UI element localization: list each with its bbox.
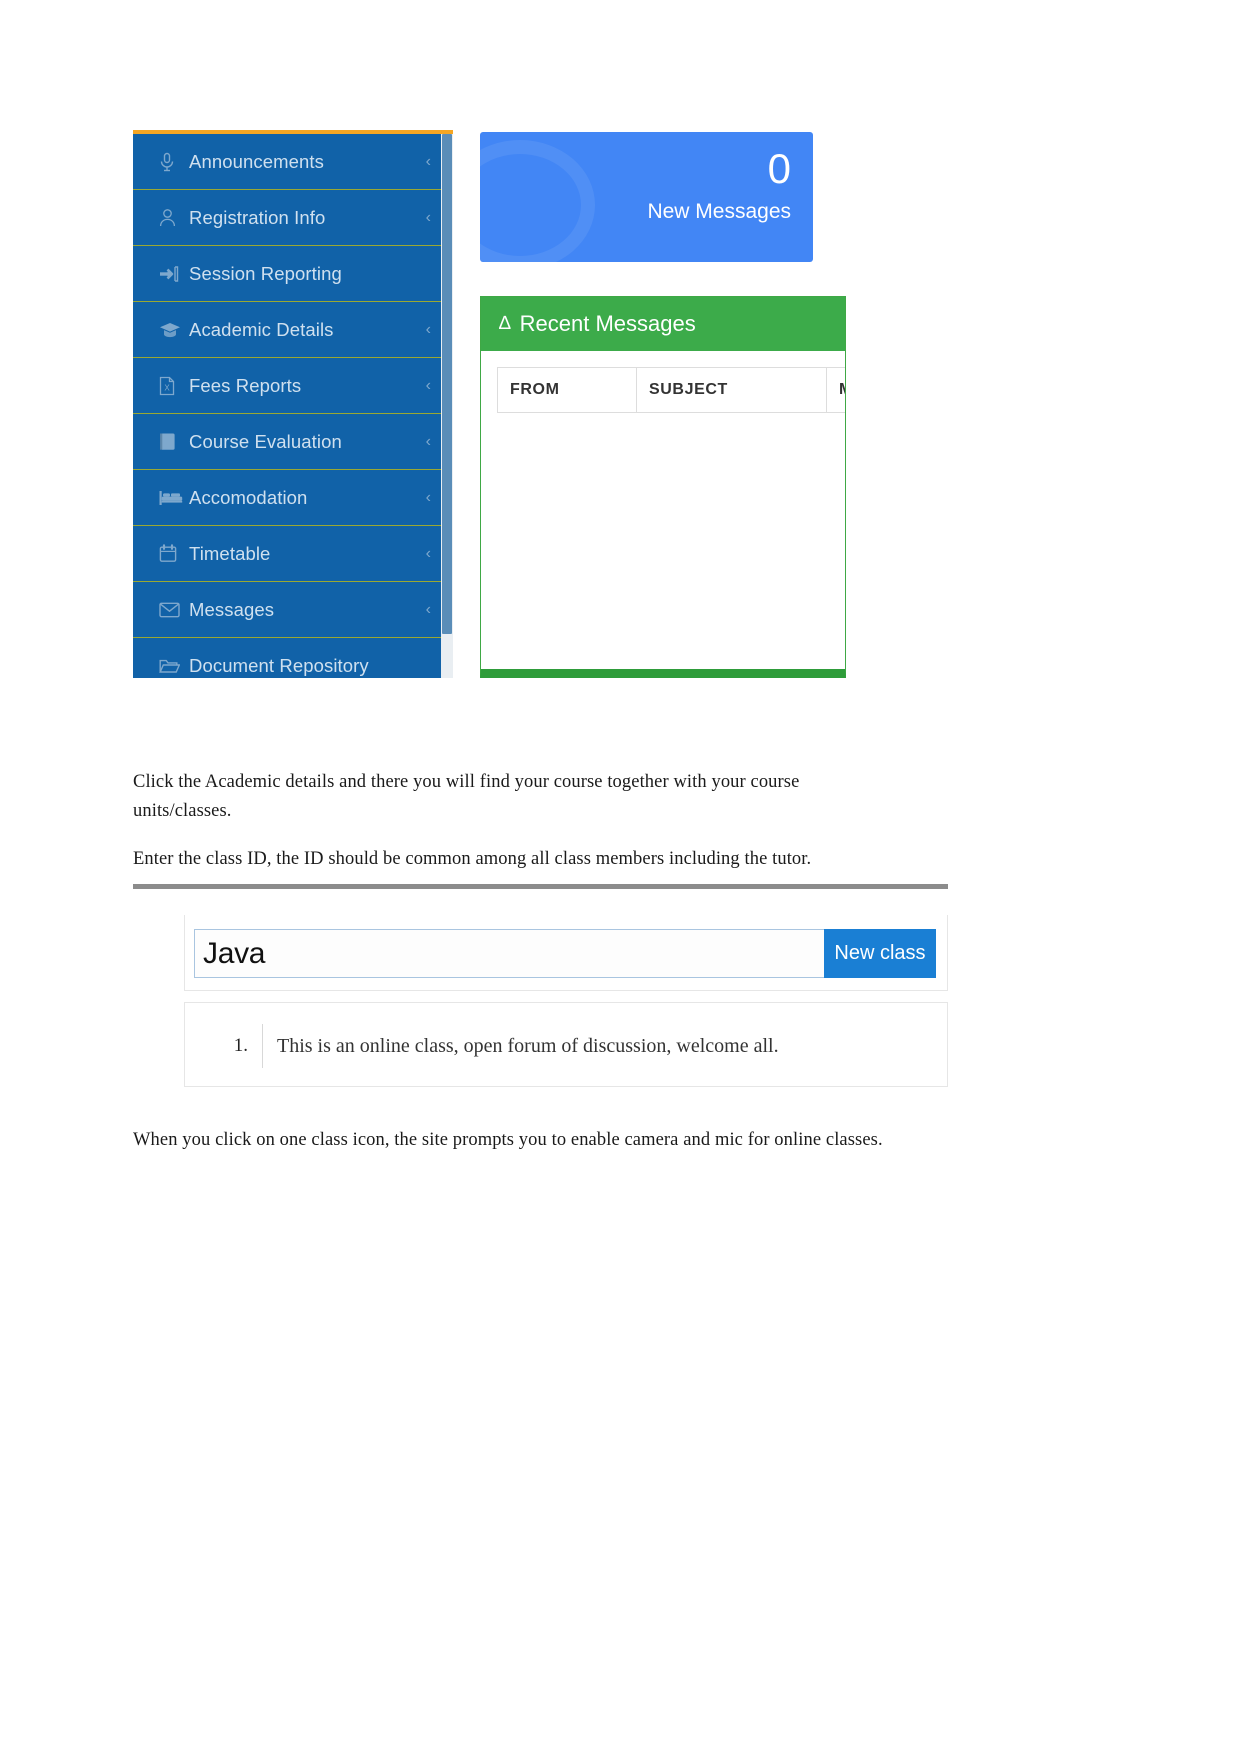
sidebar-item-label: Session Reporting: [189, 262, 342, 284]
sidebar-item-label: Academic Details: [189, 318, 334, 340]
sidebar-item-document-repository[interactable]: Document Repository: [133, 638, 453, 678]
bed-icon: [159, 490, 189, 506]
column-header-from[interactable]: FROM: [497, 367, 637, 413]
list-item-text: This is an online class, open forum of d…: [262, 1024, 922, 1068]
column-header-subject[interactable]: SUBJECT: [636, 367, 827, 413]
book-icon: [159, 432, 189, 451]
sidebar-item-label: Fees Reports: [189, 374, 302, 396]
dashboard-screenshot: Announcements ‹ Registration Info ‹ Sess…: [133, 130, 848, 680]
sidebar-item-course-evaluation[interactable]: Course Evaluation ‹: [133, 414, 453, 470]
list-item-number: 1.: [233, 1035, 248, 1056]
dashboard-main-column: 0 New Messages ∆ Recent Messages FROM SU…: [480, 130, 848, 678]
recent-messages-panel: ∆ Recent Messages FROM SUBJECT M: [480, 296, 846, 678]
class-form-screenshot: New class 1. This is an online class, op…: [133, 884, 948, 1087]
sidebar-item-label: Course Evaluation: [189, 430, 342, 452]
user-icon: [159, 208, 189, 227]
recent-messages-title: Recent Messages: [519, 311, 696, 336]
sidebar-item-accomodation[interactable]: Accomodation ‹: [133, 470, 453, 526]
sidebar-scrollbar[interactable]: [441, 134, 453, 678]
bell-icon: ∆: [499, 313, 511, 334]
new-messages-count: 0: [767, 145, 791, 192]
sidebar-item-fees-reports[interactable]: X Fees Reports ‹: [133, 358, 453, 414]
folder-open-icon: [159, 658, 189, 674]
recent-messages-header: ∆ Recent Messages: [481, 297, 845, 351]
sidebar-nav: Announcements ‹ Registration Info ‹ Sess…: [133, 130, 453, 678]
new-messages-stat-card[interactable]: 0 New Messages: [480, 132, 813, 262]
sidebar-item-label: Messages: [189, 598, 275, 620]
sidebar-item-registration-info[interactable]: Registration Info ‹: [133, 190, 453, 246]
sidebar-item-label: Registration Info: [189, 206, 326, 228]
paragraph-camera-mic: When you click on one class icon, the si…: [133, 1130, 883, 1150]
sidebar-item-messages[interactable]: Messages ‹: [133, 582, 453, 638]
new-class-form: New class: [184, 915, 948, 991]
new-class-button[interactable]: New class: [824, 929, 936, 978]
file-excel-icon: X: [159, 376, 189, 396]
recent-messages-table: FROM SUBJECT M: [497, 367, 845, 413]
paragraph-academic-details: Click the Academic details and there you…: [133, 772, 800, 821]
list-item[interactable]: 1. This is an online class, open forum o…: [222, 1024, 922, 1068]
sign-in-icon: [159, 265, 189, 283]
chevron-left-icon: ‹: [425, 376, 431, 394]
graduation-cap-icon: [159, 322, 189, 338]
screenshot-top-bar: [133, 884, 948, 889]
sidebar-item-session-reporting[interactable]: Session Reporting: [133, 246, 453, 302]
class-list-container: 1. This is an online class, open forum o…: [184, 1002, 948, 1087]
chevron-left-icon: ‹: [425, 208, 431, 226]
calendar-icon: [159, 544, 189, 563]
new-messages-label: New Messages: [647, 200, 791, 223]
microphone-icon: [159, 152, 189, 172]
chevron-left-icon: ‹: [425, 544, 431, 562]
class-id-input[interactable]: [194, 929, 824, 978]
sidebar-item-announcements[interactable]: Announcements ‹: [133, 134, 453, 190]
sidebar-item-label: Accomodation: [189, 486, 308, 508]
sidebar-item-timetable[interactable]: Timetable ‹: [133, 526, 453, 582]
sidebar-item-academic-details[interactable]: Academic Details ‹: [133, 302, 453, 358]
sidebar-item-label: Announcements: [189, 150, 325, 172]
chevron-left-icon: ‹: [425, 152, 431, 170]
sidebar-scrollbar-thumb[interactable]: [442, 134, 452, 634]
sidebar-item-label: Timetable: [189, 542, 271, 564]
sidebar-item-label: Document Repository: [189, 654, 369, 676]
paragraph-class-id: Enter the class ID, the ID should be com…: [133, 849, 812, 869]
chevron-left-icon: ‹: [425, 600, 431, 618]
svg-text:X: X: [164, 383, 170, 392]
envelope-icon: [159, 602, 189, 618]
chevron-left-icon: ‹: [425, 432, 431, 450]
chevron-left-icon: ‹: [425, 320, 431, 338]
table-header-row: FROM SUBJECT M: [497, 367, 845, 413]
column-header-m[interactable]: M: [826, 367, 845, 413]
decorative-circle: [480, 140, 595, 262]
chevron-left-icon: ‹: [425, 488, 431, 506]
class-id-input-group: New class: [194, 929, 936, 978]
